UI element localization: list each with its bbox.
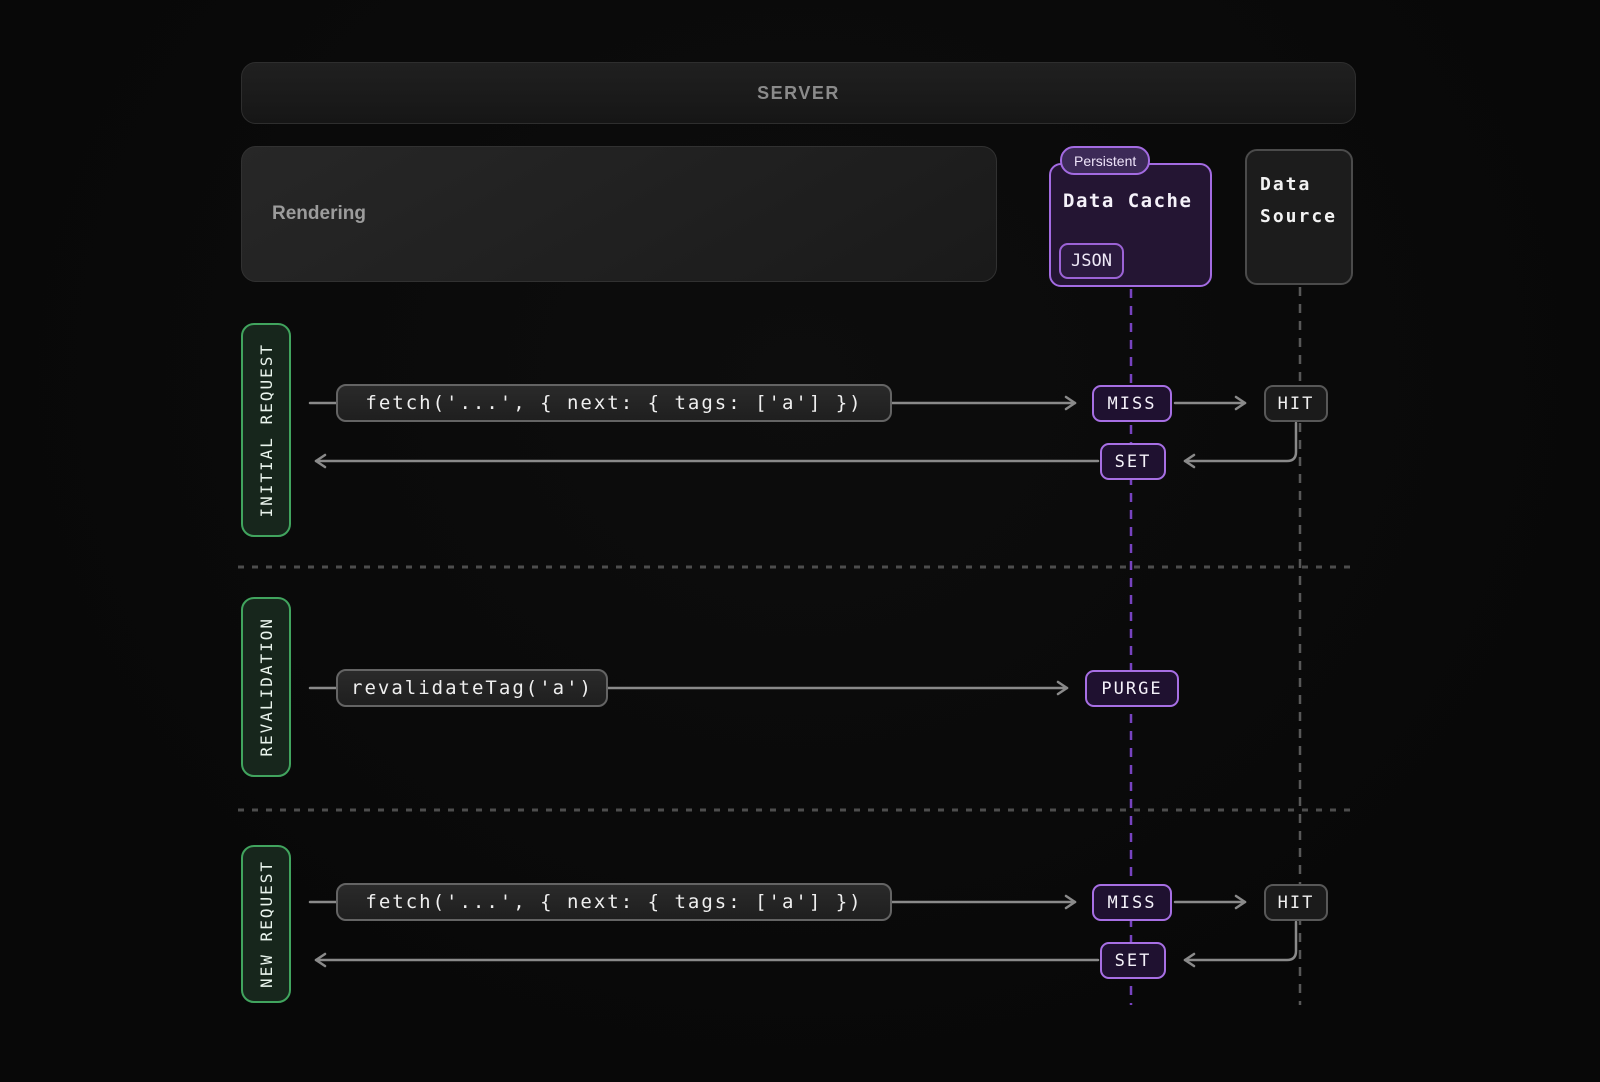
s1-cache-set-badge: SET	[1100, 443, 1166, 480]
s3-source-hit-badge: HIT	[1264, 884, 1328, 921]
s1-source-hit-badge: HIT	[1264, 385, 1328, 422]
s3-cache-miss-badge: MISS	[1092, 884, 1172, 921]
s1-fetch-code-box: fetch('...', { next: { tags: ['a'] })	[336, 384, 892, 422]
section-label-initial-request: INITIAL REQUEST	[241, 323, 291, 537]
s2-cache-purge-badge: PURGE	[1085, 670, 1179, 707]
data-source-box: Data Source	[1245, 149, 1353, 285]
s1-source-to-set-arrow	[1185, 423, 1296, 461]
persistent-badge: Persistent	[1060, 146, 1150, 175]
s1-cache-miss-badge: MISS	[1092, 385, 1172, 422]
section-label-text: NEW REQUEST	[257, 860, 276, 988]
section-label-new-request: NEW REQUEST	[241, 845, 291, 1003]
server-lane-header: SERVER	[241, 62, 1356, 124]
s3-cache-set-badge: SET	[1100, 942, 1166, 979]
data-cache-title: Data Cache	[1063, 190, 1192, 212]
section-label-text: INITIAL REQUEST	[257, 343, 276, 518]
rendering-lane: Rendering	[241, 146, 997, 282]
section-label-text: REVALIDATION	[257, 617, 276, 757]
data-source-line2: Source	[1260, 201, 1351, 233]
s2-revalidate-code-box: revalidateTag('a')	[336, 669, 608, 707]
s3-source-to-set-arrow	[1185, 922, 1296, 960]
diagram-canvas: SERVER Rendering Persistent Data Cache J…	[0, 0, 1600, 1082]
rendering-label: Rendering	[272, 203, 366, 225]
json-chip: JSON	[1059, 243, 1124, 279]
section-label-revalidation: REVALIDATION	[241, 597, 291, 777]
s3-fetch-code-box: fetch('...', { next: { tags: ['a'] })	[336, 883, 892, 921]
data-source-line1: Data	[1260, 169, 1351, 201]
